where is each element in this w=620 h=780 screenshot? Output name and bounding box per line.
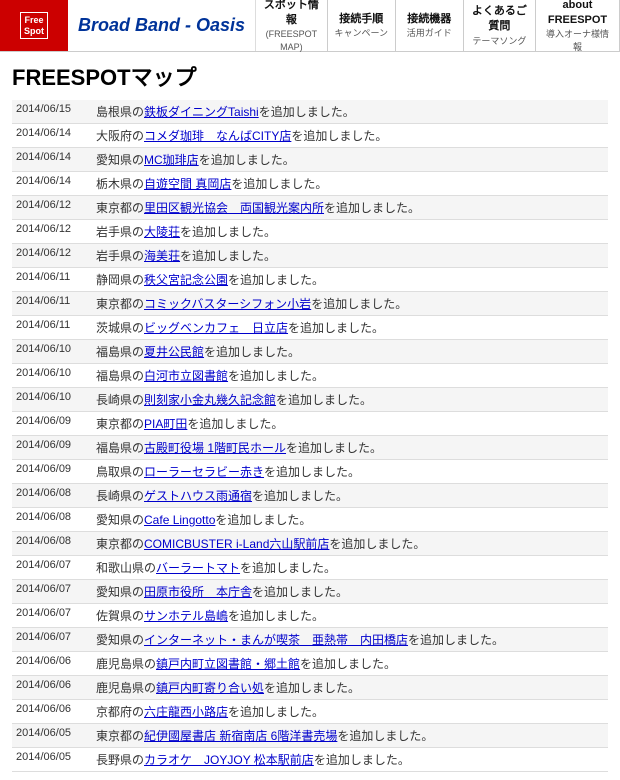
news-date: 2014/06/09: [12, 436, 92, 460]
news-row: 2014/06/12東京都の里田区観光協会 両国観光案内所を追加しました。: [12, 196, 608, 220]
news-content[interactable]: 鳥取県のローラーセラビー赤きを追加しました。: [92, 460, 608, 484]
news-content[interactable]: 和歌山県のバーラートマトを追加しました。: [92, 556, 608, 580]
news-row: 2014/06/12岩手県の海美荘を追加しました。: [12, 244, 608, 268]
news-date: 2014/06/06: [12, 652, 92, 676]
news-row: 2014/06/05東京都の紀伊國屋書店 新宿南店 6階洋書売場を追加しました。: [12, 724, 608, 748]
news-content[interactable]: 東京都のコミックバスターシフォン小岩を追加しました。: [92, 292, 608, 316]
nav-area: スポット情報(FREESPOT MAP)接続手順キャンペーン接続機器活用ガイドよ…: [256, 0, 620, 51]
news-table: 2014/06/15島根県の鉄板ダイニングTaishiを追加しました。2014/…: [12, 100, 608, 772]
news-row: 2014/06/07佐賀県のサンホテル島嶋を追加しました。: [12, 604, 608, 628]
news-content[interactable]: 静岡県の秩父宮記念公園を追加しました。: [92, 268, 608, 292]
news-row: 2014/06/10福島県の夏井公民館を追加しました。: [12, 340, 608, 364]
news-date: 2014/06/07: [12, 580, 92, 604]
news-row: 2014/06/14栃木県の自遊空間 真岡店を追加しました。: [12, 172, 608, 196]
news-date: 2014/06/15: [12, 100, 92, 124]
news-row: 2014/06/07和歌山県のバーラートマトを追加しました。: [12, 556, 608, 580]
news-content[interactable]: 愛知県のインターネット・まんが喫茶 亜熱帯 内田橋店を追加しました。: [92, 628, 608, 652]
news-content[interactable]: 東京都の紀伊國屋書店 新宿南店 6階洋書売場を追加しました。: [92, 724, 608, 748]
news-row: 2014/06/15島根県の鉄板ダイニングTaishiを追加しました。: [12, 100, 608, 124]
news-content[interactable]: 福島県の白河市立図書館を追加しました。: [92, 364, 608, 388]
news-row: 2014/06/09鳥取県のローラーセラビー赤きを追加しました。: [12, 460, 608, 484]
news-content[interactable]: 長崎県の則刻家小金丸幾久記念館を追加しました。: [92, 388, 608, 412]
news-content[interactable]: 愛知県のCafe Lingottoを追加しました。: [92, 508, 608, 532]
news-row: 2014/06/07愛知県のインターネット・まんが喫茶 亜熱帯 内田橋店を追加し…: [12, 628, 608, 652]
news-date: 2014/06/11: [12, 316, 92, 340]
main-content: FREESPOTマップ 2014/06/15島根県の鉄板ダイニングTaishiを…: [0, 52, 620, 780]
news-content[interactable]: 大阪府のコメダ珈琲 なんばCITY店を追加しました。: [92, 124, 608, 148]
news-date: 2014/06/11: [12, 268, 92, 292]
news-date: 2014/06/07: [12, 628, 92, 652]
news-row: 2014/06/06京都府の六庄龍西小路店を追加しました。: [12, 700, 608, 724]
news-date: 2014/06/14: [12, 172, 92, 196]
news-row: 2014/06/06鹿児島県の鎮戸内町寄り合い処を追加しました。: [12, 676, 608, 700]
news-row: 2014/06/09東京都のPIA町田を追加しました。: [12, 412, 608, 436]
nav-item-about[interactable]: about FREESPOT導入オーナ様情報: [536, 0, 620, 51]
news-date: 2014/06/08: [12, 508, 92, 532]
news-row: 2014/06/14愛知県のMC珈琲店を追加しました。: [12, 148, 608, 172]
news-content[interactable]: 愛知県の田原市役所 本庁舎を追加しました。: [92, 580, 608, 604]
header: FreeSpot Broad Band - Oasis スポット情報(FREES…: [0, 0, 620, 52]
news-content[interactable]: 島根県の鉄板ダイニングTaishiを追加しました。: [92, 100, 608, 124]
news-date: 2014/06/09: [12, 460, 92, 484]
news-content[interactable]: 鹿児島県の鎮戸内町寄り合い処を追加しました。: [92, 676, 608, 700]
news-date: 2014/06/12: [12, 196, 92, 220]
news-row: 2014/06/08東京都のCOMICBUSTER i-Land六山駅前店を追加…: [12, 532, 608, 556]
nav-item-connect[interactable]: 接続手順キャンペーン: [328, 0, 396, 51]
nav-item-device[interactable]: 接続機器活用ガイド: [396, 0, 464, 51]
news-row: 2014/06/11静岡県の秩父宮記念公園を追加しました。: [12, 268, 608, 292]
logo: FreeSpot: [20, 12, 48, 40]
news-date: 2014/06/07: [12, 556, 92, 580]
news-date: 2014/06/08: [12, 532, 92, 556]
news-row: 2014/06/12岩手県の大陵荘を追加しました。: [12, 220, 608, 244]
news-content[interactable]: 茨城県のビッグベンカフェ 日立店を追加しました。: [92, 316, 608, 340]
news-date: 2014/06/11: [12, 292, 92, 316]
news-date: 2014/06/14: [12, 124, 92, 148]
news-row: 2014/06/05長野県のカラオケ JOYJOY 松本駅前店を追加しました。: [12, 748, 608, 772]
news-content[interactable]: 長崎県のゲストハウス雨通宿を追加しました。: [92, 484, 608, 508]
news-date: 2014/06/14: [12, 148, 92, 172]
news-row: 2014/06/11茨城県のビッグベンカフェ 日立店を追加しました。: [12, 316, 608, 340]
news-date: 2014/06/08: [12, 484, 92, 508]
news-row: 2014/06/07愛知県の田原市役所 本庁舎を追加しました。: [12, 580, 608, 604]
page-title: FREESPOTマップ: [12, 60, 608, 92]
news-row: 2014/06/11東京都のコミックバスターシフォン小岩を追加しました。: [12, 292, 608, 316]
news-date: 2014/06/07: [12, 604, 92, 628]
news-content[interactable]: 佐賀県のサンホテル島嶋を追加しました。: [92, 604, 608, 628]
news-row: 2014/06/08愛知県のCafe Lingottoを追加しました。: [12, 508, 608, 532]
news-content[interactable]: 東京都の里田区観光協会 両国観光案内所を追加しました。: [92, 196, 608, 220]
news-content[interactable]: 福島県の夏井公民館を追加しました。: [92, 340, 608, 364]
news-content[interactable]: 鹿児島県の鎮戸内町立図書館・郷土館を追加しました。: [92, 652, 608, 676]
news-content[interactable]: 岩手県の大陵荘を追加しました。: [92, 220, 608, 244]
news-date: 2014/06/10: [12, 364, 92, 388]
news-content[interactable]: 栃木県の自遊空間 真岡店を追加しました。: [92, 172, 608, 196]
nav-item-faq[interactable]: よくあるご質問テーマソング: [464, 0, 536, 51]
news-row: 2014/06/09福島県の古殿町役場 1階町民ホールを追加しました。: [12, 436, 608, 460]
news-date: 2014/06/10: [12, 340, 92, 364]
news-date: 2014/06/05: [12, 748, 92, 772]
logo-area: FreeSpot: [0, 0, 68, 51]
news-date: 2014/06/06: [12, 700, 92, 724]
news-row: 2014/06/08長崎県のゲストハウス雨通宿を追加しました。: [12, 484, 608, 508]
news-content[interactable]: 長野県のカラオケ JOYJOY 松本駅前店を追加しました。: [92, 748, 608, 772]
news-row: 2014/06/10長崎県の則刻家小金丸幾久記念館を追加しました。: [12, 388, 608, 412]
news-content[interactable]: 京都府の六庄龍西小路店を追加しました。: [92, 700, 608, 724]
news-row: 2014/06/06鹿児島県の鎮戸内町立図書館・郷土館を追加しました。: [12, 652, 608, 676]
news-date: 2014/06/06: [12, 676, 92, 700]
news-date: 2014/06/09: [12, 412, 92, 436]
brand-area: Broad Band - Oasis: [68, 0, 256, 51]
news-date: 2014/06/05: [12, 724, 92, 748]
nav-item-spot[interactable]: スポット情報(FREESPOT MAP): [256, 0, 328, 51]
news-date: 2014/06/12: [12, 220, 92, 244]
news-content[interactable]: 東京都のCOMICBUSTER i-Land六山駅前店を追加しました。: [92, 532, 608, 556]
news-date: 2014/06/10: [12, 388, 92, 412]
news-content[interactable]: 岩手県の海美荘を追加しました。: [92, 244, 608, 268]
brand-text: Broad Band - Oasis: [78, 15, 245, 36]
news-content[interactable]: 福島県の古殿町役場 1階町民ホールを追加しました。: [92, 436, 608, 460]
news-row: 2014/06/10福島県の白河市立図書館を追加しました。: [12, 364, 608, 388]
news-content[interactable]: 東京都のPIA町田を追加しました。: [92, 412, 608, 436]
news-date: 2014/06/12: [12, 244, 92, 268]
news-content[interactable]: 愛知県のMC珈琲店を追加しました。: [92, 148, 608, 172]
news-row: 2014/06/14大阪府のコメダ珈琲 なんばCITY店を追加しました。: [12, 124, 608, 148]
